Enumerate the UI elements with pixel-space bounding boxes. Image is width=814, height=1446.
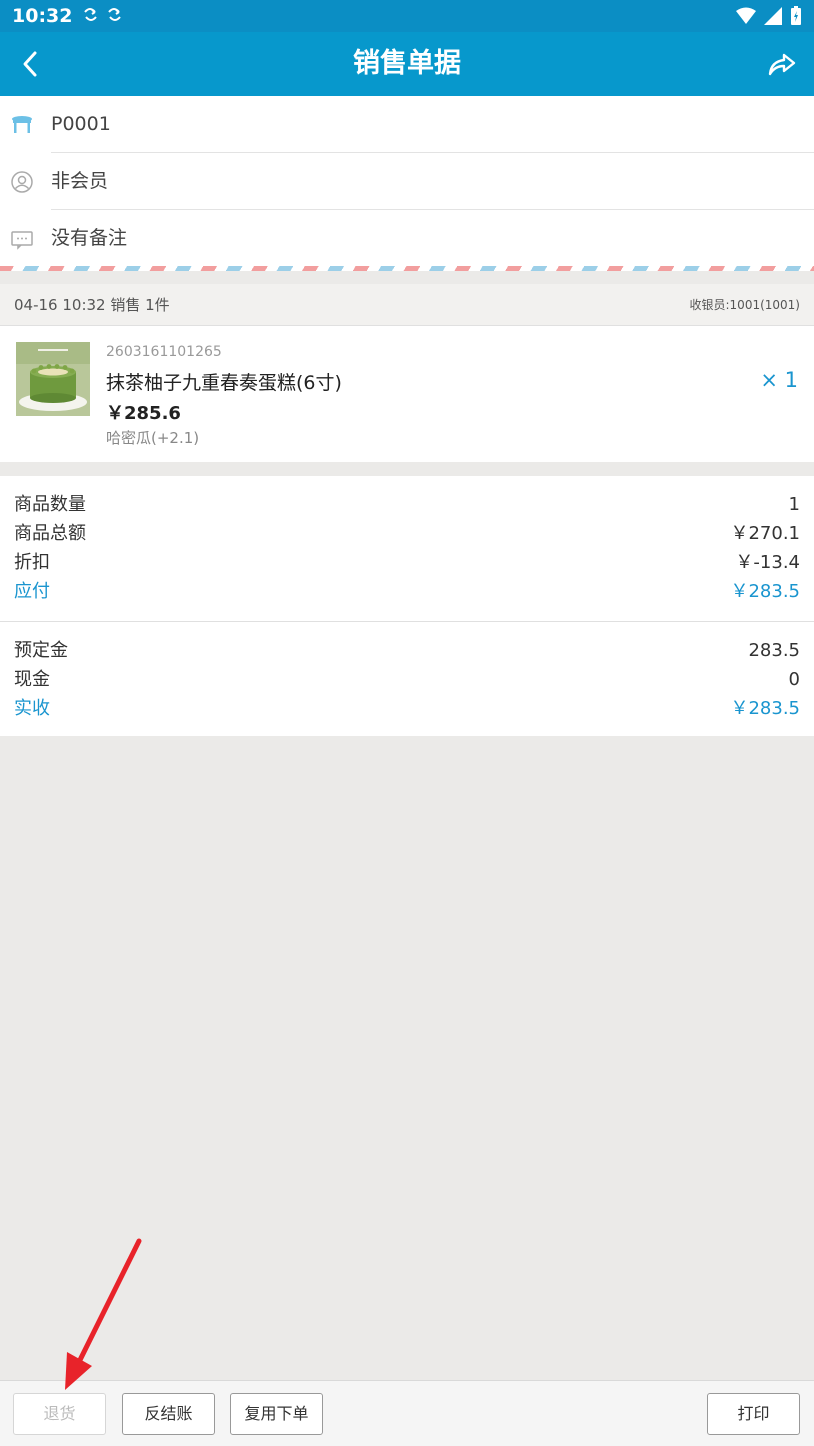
refund-button[interactable]: 退货 (13, 1393, 106, 1435)
payment-row-cash: 现金 0 (14, 665, 800, 694)
status-bar: 10:32 (0, 0, 814, 32)
summary-value: ￥283.5 (730, 581, 800, 602)
cashier-label: 收银员:1001(1001) (689, 298, 801, 312)
status-time: 10:32 (12, 5, 73, 27)
payment-summary: 预定金 283.5 现金 0 实收 ￥283.5 (0, 622, 814, 736)
share-icon[interactable] (764, 46, 800, 82)
reverse-checkout-button[interactable]: 反结账 (122, 1393, 215, 1435)
order-info: P0001 非会员 没有备注 (0, 96, 814, 268)
signal-icon (764, 7, 782, 25)
table-icon (10, 113, 34, 137)
item-barcode: 2603161101265 (106, 344, 222, 360)
item-quantity: × 1 (760, 368, 798, 392)
print-button[interactable]: 打印 (707, 1393, 800, 1435)
payment-value: ￥283.5 (730, 698, 800, 719)
summary-row-discount: 折扣 ￥-13.4 (14, 548, 800, 577)
payment-label: 实收 (14, 698, 50, 719)
note-row[interactable]: 没有备注 (0, 210, 814, 267)
summary-row-quantity: 商品数量 1 (14, 490, 800, 519)
user-icon (10, 170, 34, 194)
product-image (16, 342, 90, 416)
table-row-info[interactable]: P0001 (0, 96, 814, 153)
summary-label: 商品数量 (14, 494, 86, 515)
payment-label: 预定金 (14, 640, 68, 661)
payment-value: 0 (788, 669, 800, 690)
order-meta: 04-16 10:32 销售 1件 收银员:1001(1001) (0, 284, 814, 326)
payment-label: 现金 (14, 669, 50, 690)
summary-label: 折扣 (14, 552, 50, 573)
summary-row-total: 商品总额 ￥270.1 (14, 519, 800, 548)
airmail-divider (0, 266, 814, 271)
table-number: P0001 (51, 113, 111, 135)
summary-value: ￥-13.4 (735, 552, 800, 573)
reorder-button[interactable]: 复用下单 (230, 1393, 323, 1435)
app-bar: 销售单据 (0, 32, 814, 96)
list-item[interactable]: 2603161101265 抹茶柚子九重春奏蛋糕(6寸) ￥285.6 哈密瓜(… (0, 326, 814, 462)
action-bar: 退货 反结账 复用下单 打印 (0, 1380, 814, 1446)
item-name: 抹茶柚子九重春奏蛋糕(6寸) (106, 372, 342, 394)
summary-row-payable: 应付 ￥283.5 (14, 577, 800, 606)
member-status: 非会员 (51, 170, 109, 192)
payment-row-received: 实收 ￥283.5 (14, 694, 800, 723)
sync-icon (82, 5, 130, 27)
summary-label: 应付 (14, 581, 50, 602)
item-addon: 哈密瓜(+2.1) (106, 429, 200, 447)
order-time-summary: 04-16 10:32 销售 1件 (14, 296, 170, 314)
comment-icon (10, 227, 34, 251)
summary-value: 1 (788, 494, 800, 515)
summary-label: 商品总额 (14, 523, 86, 544)
battery-icon (791, 6, 801, 25)
page-title: 销售单据 (353, 48, 461, 79)
summary-value: ￥270.1 (730, 523, 800, 544)
payment-value: 283.5 (748, 640, 800, 661)
member-row[interactable]: 非会员 (0, 153, 814, 210)
order-summary: 商品数量 1 商品总额 ￥270.1 折扣 ￥-13.4 应付 ￥283.5 (0, 476, 814, 622)
order-note: 没有备注 (51, 227, 128, 249)
payment-row-deposit: 预定金 283.5 (14, 636, 800, 665)
item-price: ￥285.6 (106, 403, 181, 424)
wifi-icon (736, 7, 756, 24)
